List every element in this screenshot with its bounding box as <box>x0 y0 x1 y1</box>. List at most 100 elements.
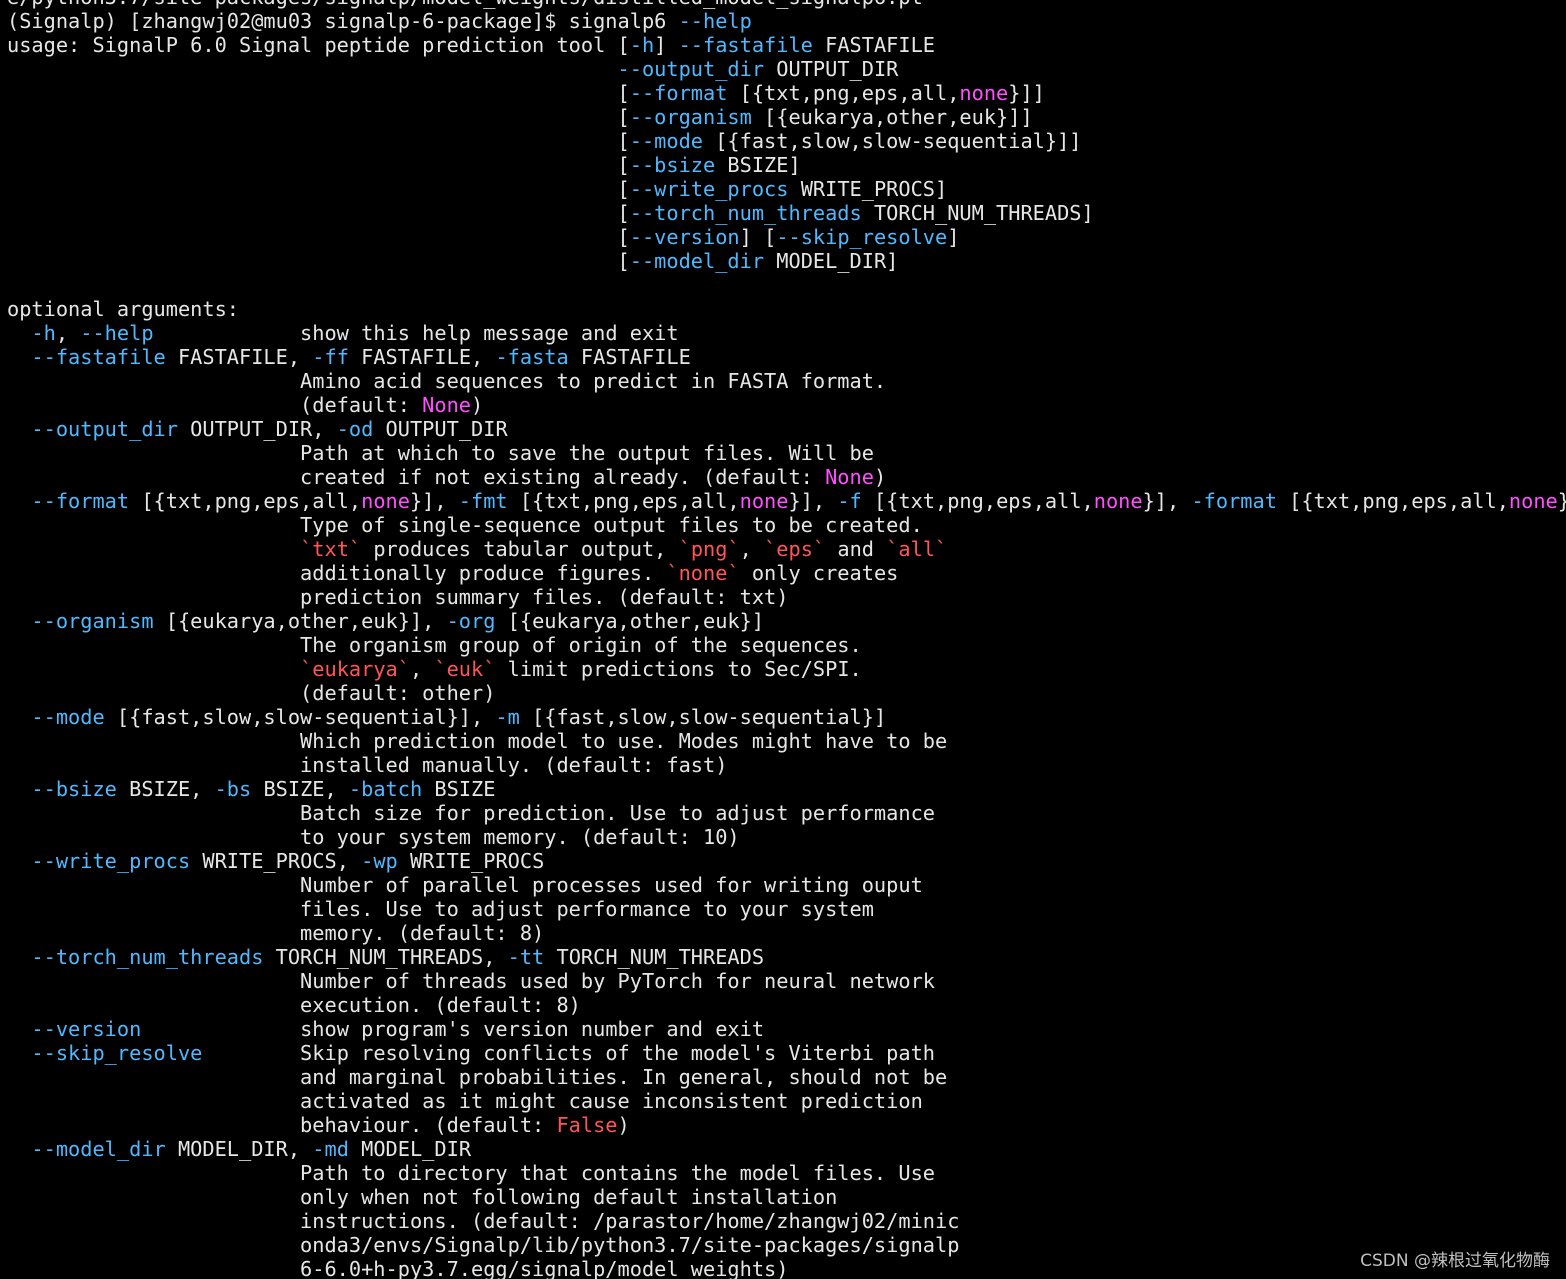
terminal-text-text <box>7 777 31 801</box>
terminal-line: --torch_num_threads TORCH_NUM_THREADS, -… <box>7 945 1566 969</box>
terminal-text-code: `eukarya` <box>300 657 410 681</box>
terminal-text-flag: --help <box>678 9 752 33</box>
terminal-text-text: BSIZE <box>422 777 496 801</box>
terminal-text-text <box>7 345 31 369</box>
terminal-text-text <box>7 705 31 729</box>
terminal-text-text: [ <box>7 201 630 225</box>
terminal-text-flag: -wp <box>361 849 398 873</box>
terminal-line: additionally produce figures. `none` onl… <box>7 561 1566 585</box>
terminal-text-text: prediction summary files. (default: txt) <box>7 585 789 609</box>
terminal-text-text: [ <box>7 177 630 201</box>
terminal-line: (default: other) <box>7 681 1566 705</box>
terminal-text-none: None <box>422 393 471 417</box>
terminal-text-flag: --output_dir <box>617 57 765 81</box>
terminal-text-text: }], <box>788 489 838 513</box>
terminal-text-flag: --format <box>31 489 130 513</box>
terminal-text-text: BSIZE, <box>116 777 215 801</box>
terminal-text-text <box>7 609 31 633</box>
terminal-text-text: TORCH_NUM_THREADS, <box>263 945 508 969</box>
terminal-text-text: Which prediction model to use. Modes mig… <box>7 729 948 753</box>
terminal-line: execution. (default: 8) <box>7 993 1566 1017</box>
terminal-text-text <box>7 1017 31 1041</box>
terminal-text-text: files. Use to adjust performance to your… <box>7 897 874 921</box>
terminal-text-text: [ <box>7 129 630 153</box>
terminal-text-flag: -md <box>312 1137 349 1161</box>
terminal-text-code: `euk` <box>434 657 496 681</box>
terminal-text-none: none <box>1093 489 1143 513</box>
terminal-line: e/python3.7/site-packages/signalp/model_… <box>7 0 1566 9</box>
terminal-text-text: }], <box>1142 489 1192 513</box>
terminal-text-flag: --model_dir <box>31 1137 166 1161</box>
terminal-text-text <box>7 849 31 873</box>
terminal-line: Amino acid sequences to predict in FASTA… <box>7 369 1566 393</box>
terminal-text-flag: --bsize <box>31 777 117 801</box>
terminal-line: Path to directory that contains the mode… <box>7 1161 1566 1185</box>
terminal-text-text <box>7 1041 31 1065</box>
terminal-text-text: Amino acid sequences to predict in FASTA… <box>7 369 887 393</box>
terminal-text-text: [ <box>7 81 630 105</box>
terminal-window[interactable]: e/python3.7/site-packages/signalp/model_… <box>0 0 1566 1279</box>
terminal-text-text: , <box>739 537 765 561</box>
terminal-line: [--write_procs WRITE_PROCS] <box>7 177 1566 201</box>
terminal-text-text: [{txt,png,eps,all, <box>861 489 1094 513</box>
terminal-line: usage: SignalP 6.0 Signal peptide predic… <box>7 33 1566 57</box>
terminal-line: to your system memory. (default: 10) <box>7 825 1566 849</box>
terminal-text-flag: -h <box>31 321 56 345</box>
terminal-text-text: onda3/envs/Signalp/lib/python3.7/site-pa… <box>7 1233 960 1257</box>
terminal-text-text: show this help message and exit <box>153 321 679 345</box>
terminal-text-flag: --fastafile <box>31 345 166 369</box>
terminal-text-text: [{eukarya,other,euk}], <box>153 609 447 633</box>
terminal-text-flag: -f <box>837 489 862 513</box>
terminal-text-text: instructions. (default: /parastor/home/z… <box>7 1209 960 1233</box>
terminal-text-text: [{txt,png,eps,all, <box>727 81 960 105</box>
terminal-line: 6-6.0+h-py3.7.egg/signalp/model_weights) <box>7 1257 1566 1279</box>
terminal-text-flag: -ff <box>312 345 349 369</box>
terminal-line: --skip_resolve Skip resolving conflicts … <box>7 1041 1566 1065</box>
terminal-line: [--bsize BSIZE] <box>7 153 1566 177</box>
terminal-text-text: (default: <box>7 393 423 417</box>
terminal-text-text <box>7 657 300 681</box>
terminal-text-code: `png` <box>678 537 740 561</box>
terminal-line: Number of threads used by PyTorch for ne… <box>7 969 1566 993</box>
terminal-text-flag: --format <box>629 81 728 105</box>
terminal-text-text: MODEL_DIR, <box>165 1137 313 1161</box>
terminal-text-text: ] <box>947 225 960 249</box>
terminal-line: [--mode [{fast,slow,slow-sequential}]] <box>7 129 1566 153</box>
terminal-text-text: and marginal probabilities. In general, … <box>7 1065 948 1089</box>
terminal-line: The organism group of origin of the sequ… <box>7 633 1566 657</box>
terminal-text-text: }], <box>409 489 459 513</box>
terminal-text-text: only creates <box>739 561 899 585</box>
terminal-text-text: MODEL_DIR] <box>764 249 899 273</box>
terminal-text-flag: -org <box>446 609 496 633</box>
terminal-text-text: behaviour. (default: <box>7 1113 557 1137</box>
terminal-line: behaviour. (default: False) <box>7 1113 1566 1137</box>
terminal-text-text: FASTAFILE <box>812 33 936 57</box>
terminal-line: [--version] [--skip_resolve] <box>7 225 1566 249</box>
terminal-text-text: , <box>55 321 81 345</box>
terminal-line: activated as it might cause inconsistent… <box>7 1089 1566 1113</box>
terminal-text-text: execution. (default: 8) <box>7 993 581 1017</box>
terminal-text-text: [{eukarya,other,euk}]] <box>751 105 1033 129</box>
terminal-text-text: [{txt,png,eps,all, <box>1276 489 1509 513</box>
terminal-text-text: to your system memory. (default: 10) <box>7 825 740 849</box>
terminal-line: --output_dir OUTPUT_DIR, -od OUTPUT_DIR <box>7 417 1566 441</box>
terminal-text-text: [{eukarya,other,euk}] <box>495 609 765 633</box>
terminal-line: -h, --help show this help message and ex… <box>7 321 1566 345</box>
terminal-text-text: [ <box>7 225 630 249</box>
terminal-text-text: ) <box>617 1113 630 1137</box>
terminal-text-text: Path at which to save the output files. … <box>7 441 874 465</box>
terminal-text-text: show program's version number and exit <box>141 1017 765 1041</box>
terminal-text-flag: --mode <box>31 705 105 729</box>
terminal-line: --mode [{fast,slow,slow-sequential}], -m… <box>7 705 1566 729</box>
terminal-line: files. Use to adjust performance to your… <box>7 897 1566 921</box>
terminal-text-text <box>7 537 300 561</box>
terminal-text-flag: -tt <box>507 945 545 969</box>
terminal-text-text: [{fast,slow,slow-sequential}], <box>104 705 496 729</box>
terminal-text-flag: --torch_num_threads <box>31 945 264 969</box>
terminal-line: memory. (default: 8) <box>7 921 1566 945</box>
terminal-text-text: [{fast,slow,slow-sequential}] <box>519 705 887 729</box>
terminal-text-none: none <box>959 81 1009 105</box>
terminal-text-flag: --skip_resolve <box>776 225 948 249</box>
terminal-text-text: Number of threads used by PyTorch for ne… <box>7 969 935 993</box>
